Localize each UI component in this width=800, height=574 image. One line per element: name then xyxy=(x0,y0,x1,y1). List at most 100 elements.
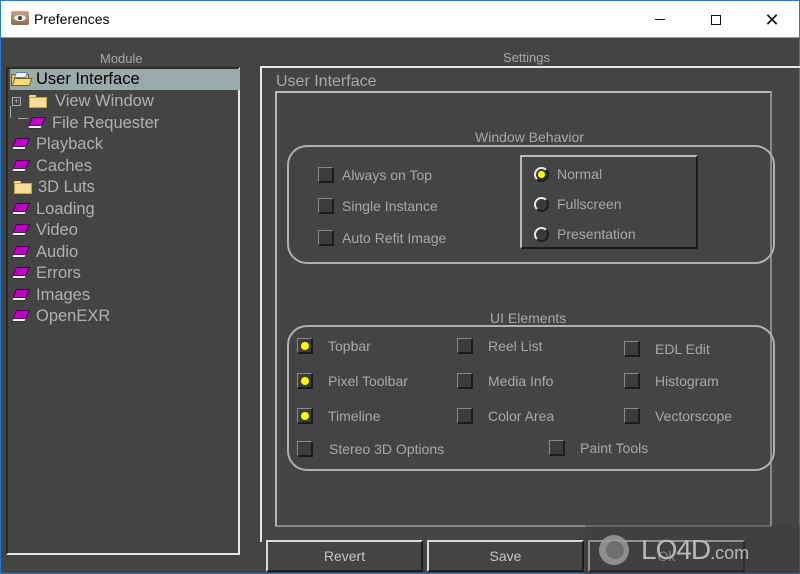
checkbox-label: Single Instance xyxy=(342,198,438,214)
tree-item-loading[interactable]: Loading xyxy=(11,199,95,220)
checkbox-label: Media Info xyxy=(488,373,554,389)
radio-label: Presentation xyxy=(557,226,636,242)
histogram-checkbox[interactable]: Histogram xyxy=(624,373,719,389)
timeline-checkbox[interactable]: Timeline xyxy=(297,408,380,424)
vectorscope-checkbox[interactable]: Vectorscope xyxy=(624,408,732,424)
title-bar: Preferences ✕ xyxy=(1,1,799,38)
single-instance-checkbox[interactable]: Single Instance xyxy=(318,198,438,214)
auto-refit-image-checkbox[interactable]: Auto Refit Image xyxy=(318,230,446,246)
checkbox[interactable] xyxy=(457,408,473,424)
tree-item-label: Audio xyxy=(36,243,79,261)
book-icon xyxy=(11,245,31,260)
book-icon xyxy=(11,309,31,324)
checkbox[interactable] xyxy=(297,373,313,389)
tree-connector-line xyxy=(18,118,28,119)
checkbox-label: Always on Top xyxy=(342,167,433,183)
tree-item-label: OpenEXR xyxy=(36,307,111,325)
expand-icon[interactable]: + xyxy=(12,97,21,106)
checkbox-label: EDL Edit xyxy=(655,341,710,357)
watermark-text: LO4D.com xyxy=(641,534,749,566)
book-icon xyxy=(11,159,31,174)
presentation-radio[interactable]: Presentation xyxy=(534,226,636,242)
edl-edit-checkbox[interactable]: EDL Edit xyxy=(624,341,710,357)
settings-heading: Settings xyxy=(503,50,550,65)
radio-button[interactable] xyxy=(534,166,549,182)
checkbox[interactable] xyxy=(624,341,640,357)
tree-item-label: 3D Luts xyxy=(38,178,95,196)
book-icon xyxy=(27,116,47,131)
radio-button[interactable] xyxy=(534,196,549,212)
tree-item-video[interactable]: Video xyxy=(11,220,78,241)
book-icon xyxy=(11,137,31,152)
checkbox[interactable] xyxy=(624,408,640,424)
tree-item-3d-luts[interactable]: 3D Luts xyxy=(14,177,95,198)
checkbox-label: Pixel Toolbar xyxy=(328,373,408,389)
checkbox[interactable] xyxy=(457,373,473,389)
module-tree[interactable]: User Interface + View Window File Reques… xyxy=(6,67,240,555)
revert-button[interactable]: Revert xyxy=(266,540,423,572)
reel-list-checkbox[interactable]: Reel List xyxy=(457,338,542,354)
tree-item-label: View Window xyxy=(55,92,154,110)
checkbox[interactable] xyxy=(318,230,334,246)
tree-item-errors[interactable]: Errors xyxy=(11,263,81,284)
stereo-3d-options-checkbox[interactable]: Stereo 3D Options xyxy=(297,441,444,457)
book-icon xyxy=(11,288,31,303)
book-icon xyxy=(11,202,31,217)
checkbox[interactable] xyxy=(318,167,334,183)
tree-item-label: Playback xyxy=(36,135,103,153)
app-eye-icon xyxy=(11,11,29,25)
ui-elements-title: UI Elements xyxy=(490,310,567,326)
tree-item-label: Loading xyxy=(36,200,95,218)
save-button[interactable]: Save xyxy=(427,540,584,572)
checkbox[interactable] xyxy=(297,441,313,457)
checkbox[interactable] xyxy=(297,408,313,424)
tree-item-images[interactable]: Images xyxy=(11,285,91,306)
close-button[interactable]: ✕ xyxy=(749,1,795,38)
watermark-logo-icon xyxy=(593,533,635,567)
checkbox[interactable] xyxy=(549,440,565,456)
book-icon xyxy=(11,266,31,281)
checkbox-label: Reel List xyxy=(488,338,543,354)
paint-tools-checkbox[interactable]: Paint Tools xyxy=(549,440,648,456)
normal-radio[interactable]: Normal xyxy=(534,166,602,182)
checkbox[interactable] xyxy=(297,338,313,354)
checkbox-label: Color Area xyxy=(488,408,555,424)
tree-item-view-window[interactable]: + View Window xyxy=(12,91,154,112)
section-title: User Interface xyxy=(276,73,377,90)
watermark: LO4D.com xyxy=(585,525,800,574)
module-heading: Module xyxy=(100,51,143,66)
open-folder-icon xyxy=(10,72,33,87)
tree-item-label: Errors xyxy=(36,264,81,282)
always-on-top-checkbox[interactable]: Always on Top xyxy=(318,167,432,183)
folder-icon xyxy=(14,181,32,194)
watermark-suffix: .com xyxy=(710,542,750,563)
pixel-toolbar-checkbox[interactable]: Pixel Toolbar xyxy=(297,373,408,389)
tree-item-label: Images xyxy=(36,286,91,304)
color-area-checkbox[interactable]: Color Area xyxy=(457,408,554,424)
tree-item-label: User Interface xyxy=(36,70,140,88)
tree-connector-line xyxy=(10,106,11,118)
fullscreen-radio[interactable]: Fullscreen xyxy=(534,196,622,212)
checkbox[interactable] xyxy=(624,373,640,389)
tree-item-audio[interactable]: Audio xyxy=(11,242,79,263)
checkbox-label: Auto Refit Image xyxy=(342,230,447,246)
checkbox[interactable] xyxy=(318,198,334,214)
media-info-checkbox[interactable]: Media Info xyxy=(457,373,553,389)
maximize-button[interactable] xyxy=(693,1,739,38)
checkbox-label: Histogram xyxy=(655,373,719,389)
tree-item-user-interface[interactable]: User Interface xyxy=(10,69,240,90)
tree-item-file-requester[interactable]: File Requester xyxy=(27,113,159,134)
tree-item-openexr[interactable]: OpenEXR xyxy=(11,306,111,327)
checkbox[interactable] xyxy=(457,338,473,354)
topbar-checkbox[interactable]: Topbar xyxy=(297,338,371,354)
checkbox-label: Topbar xyxy=(328,338,371,354)
window-behavior-title: Window Behavior xyxy=(475,129,584,145)
tree-item-caches[interactable]: Caches xyxy=(11,156,92,177)
minimize-button[interactable] xyxy=(637,1,683,38)
tree-item-playback[interactable]: Playback xyxy=(11,134,103,155)
tree-item-label: Video xyxy=(36,221,78,239)
watermark-brand: LO4D xyxy=(641,533,711,565)
radio-button[interactable] xyxy=(534,226,549,242)
book-icon xyxy=(11,223,31,238)
window-title: Preferences xyxy=(34,11,110,27)
